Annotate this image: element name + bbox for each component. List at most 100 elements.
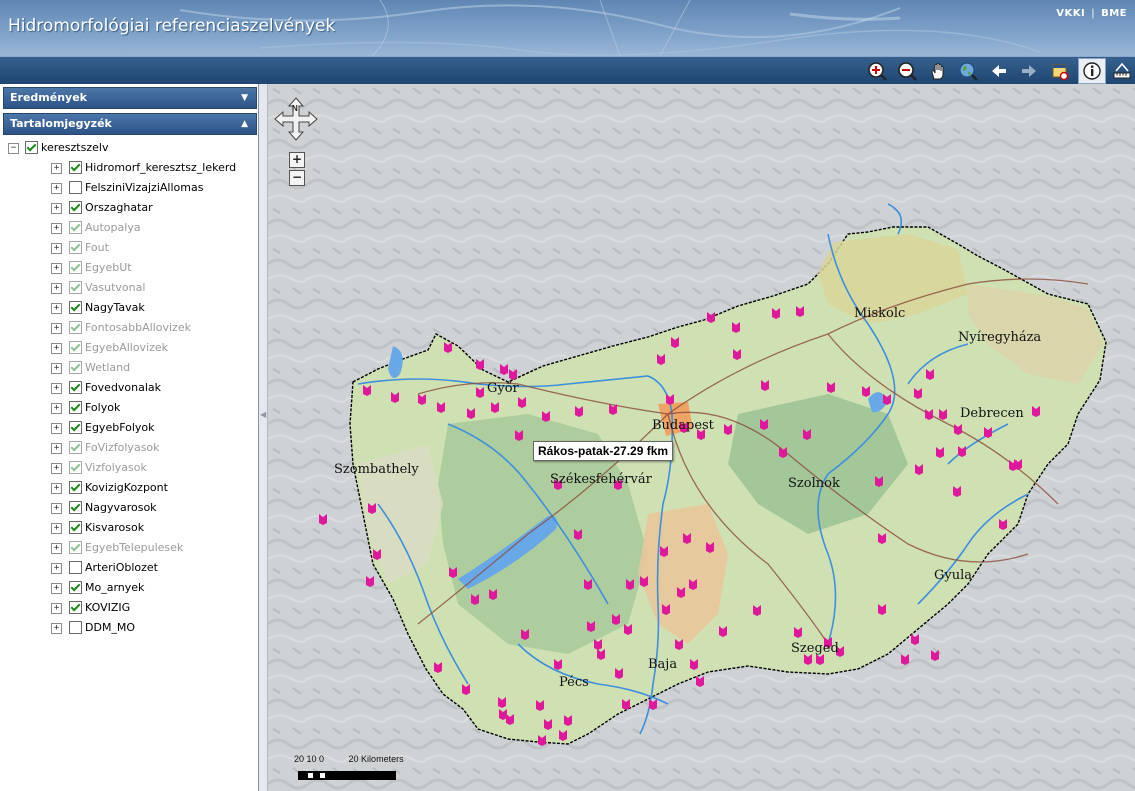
expand-icon[interactable]: + <box>51 183 62 194</box>
expand-icon[interactable]: + <box>51 443 62 454</box>
identify-button[interactable] <box>1078 58 1106 84</box>
layer-checkbox[interactable] <box>69 181 82 194</box>
vkki-link[interactable]: VKKI <box>1056 8 1085 19</box>
layer-checkbox[interactable] <box>69 241 82 254</box>
pan-button[interactable] <box>927 60 949 82</box>
layer-checkbox[interactable] <box>69 541 82 554</box>
layer-label: Nagyvarosok <box>85 501 157 514</box>
layer-label: KovizigKozpont <box>85 481 168 494</box>
brand-links: VKKI | BME <box>1056 8 1127 19</box>
back-button[interactable] <box>988 60 1010 82</box>
scale-bar-graphic <box>298 771 396 780</box>
expand-icon[interactable]: + <box>51 383 62 394</box>
expand-icon[interactable]: + <box>51 623 62 634</box>
layer-label: ArteriOblozet <box>85 561 158 574</box>
expand-icon[interactable]: + <box>51 563 62 574</box>
layer-label: Fovedvonalak <box>85 381 162 394</box>
toc-panel-header[interactable]: Tartalomjegyzék ▲ <box>3 113 257 135</box>
expand-icon[interactable]: + <box>51 243 62 254</box>
expand-icon[interactable]: + <box>51 283 62 294</box>
layer-checkbox[interactable] <box>69 621 82 634</box>
layer-checkbox[interactable] <box>69 581 82 594</box>
layer-label: FelsziniVizajziAllomas <box>85 181 204 194</box>
layer-checkbox[interactable] <box>69 601 82 614</box>
layer-checkbox[interactable] <box>69 161 82 174</box>
zoom-in-icon <box>868 62 887 81</box>
expand-icon[interactable]: + <box>51 403 62 414</box>
chevron-down-icon: ▼ <box>241 93 248 103</box>
pan-arrows-icon[interactable]: N <box>273 96 319 142</box>
map-zoom-in-button[interactable]: + <box>289 152 305 168</box>
measure-icon <box>1113 62 1131 79</box>
layer-checkbox[interactable] <box>69 281 82 294</box>
toc-root-checkbox[interactable] <box>25 141 38 154</box>
layer-checkbox[interactable] <box>69 421 82 434</box>
layer-checkbox[interactable] <box>69 201 82 214</box>
scale-units: 20 Kilometers <box>348 754 404 764</box>
layer-label: Autopalya <box>85 221 141 234</box>
city-label: Nyíregyháza <box>958 330 1042 345</box>
layer-checkbox[interactable] <box>69 501 82 514</box>
expand-icon[interactable]: + <box>51 603 62 614</box>
layer-checkbox[interactable] <box>69 301 82 314</box>
layer-checkbox[interactable] <box>69 401 82 414</box>
expand-icon[interactable]: + <box>51 523 62 534</box>
layer-label: EgyebTelepulesek <box>85 541 184 554</box>
layer-checkbox[interactable] <box>69 341 82 354</box>
expand-icon[interactable]: + <box>51 163 62 174</box>
zoom-in-button[interactable] <box>866 60 888 82</box>
layer-checkbox[interactable] <box>69 481 82 494</box>
layer-checkbox[interactable] <box>69 321 82 334</box>
full-extent-button[interactable] <box>957 60 979 82</box>
expand-icon[interactable]: + <box>51 423 62 434</box>
expand-icon[interactable]: + <box>51 463 62 474</box>
city-label: Gyula <box>934 568 973 583</box>
city-label: Miskolc <box>854 306 906 321</box>
zoom-out-button[interactable] <box>896 60 918 82</box>
layer-checkbox[interactable] <box>69 381 82 394</box>
chevron-up-icon: ▲ <box>241 119 248 129</box>
expand-icon[interactable]: + <box>51 583 62 594</box>
results-panel-header[interactable]: Eredmények ▼ <box>3 87 257 109</box>
layer-checkbox[interactable] <box>69 461 82 474</box>
expand-icon[interactable]: + <box>51 483 62 494</box>
layer-label: NagyTavak <box>85 301 145 314</box>
collapse-icon[interactable]: − <box>8 143 19 154</box>
layer-checkbox[interactable] <box>69 521 82 534</box>
layer-checkbox[interactable] <box>69 561 82 574</box>
city-label: Szombathely <box>334 462 419 477</box>
layer-checkbox[interactable] <box>69 221 82 234</box>
expand-icon[interactable]: + <box>51 363 62 374</box>
feature-tooltip: Rákos-patak-27.29 fkm <box>533 441 674 461</box>
expand-icon[interactable]: + <box>51 203 62 214</box>
expand-icon[interactable]: + <box>51 543 62 554</box>
measure-button[interactable] <box>1111 60 1133 82</box>
layer-label: Folyok <box>85 401 121 414</box>
city-label: Győr <box>487 381 519 396</box>
link-separator: | <box>1091 8 1096 19</box>
toc-panel-title: Tartalomjegyzék <box>10 117 112 130</box>
sidebar: Eredmények ▼ Tartalomjegyzék ▲ − kereszt… <box>0 84 259 791</box>
scale-bar: 20 10 0 20 Kilometers <box>294 754 404 780</box>
scale-ticks: 20 10 0 <box>294 754 325 764</box>
results-panel-title: Eredmények <box>10 91 87 104</box>
expand-icon[interactable]: + <box>51 343 62 354</box>
app-header: Hidromorfológiai referenciaszelvények VK… <box>0 0 1135 56</box>
expand-icon[interactable]: + <box>51 303 62 314</box>
forward-button[interactable] <box>1018 60 1040 82</box>
city-label: Budapest <box>652 418 714 433</box>
layer-checkbox[interactable] <box>69 441 82 454</box>
expand-icon[interactable]: + <box>51 323 62 334</box>
layer-label: Orszaghatar <box>85 201 153 214</box>
city-label: Baja <box>648 657 678 672</box>
expand-icon[interactable]: + <box>51 223 62 234</box>
select-area-button[interactable] <box>1049 60 1071 82</box>
bme-link[interactable]: BME <box>1101 8 1127 19</box>
expand-icon[interactable]: + <box>51 503 62 514</box>
expand-icon[interactable]: + <box>51 263 62 274</box>
layer-checkbox[interactable] <box>69 361 82 374</box>
map-view[interactable]: Győr Budapest Miskolc Nyíregyháza Debrec… <box>268 84 1135 791</box>
layer-checkbox[interactable] <box>69 261 82 274</box>
map-zoom-out-button[interactable]: − <box>289 170 305 186</box>
panel-splitter[interactable]: ◀ <box>259 84 268 791</box>
